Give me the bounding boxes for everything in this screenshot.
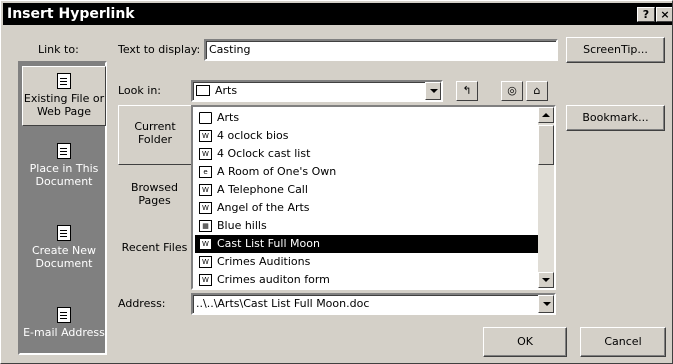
browse-tabs: Current Folder Browsed Pages Recent File… xyxy=(118,105,191,290)
tab-current-folder[interactable]: Current Folder xyxy=(118,105,191,165)
text-to-display-input[interactable]: Casting xyxy=(204,39,558,61)
word-doc-icon: W xyxy=(199,202,212,214)
list-item[interactable]: W Crimes auditon form xyxy=(195,271,538,288)
word-doc-icon: W xyxy=(199,130,212,142)
sidebar-item-email-address[interactable]: E-mail Address xyxy=(22,303,106,353)
text-to-display-label: Text to display: xyxy=(118,43,201,56)
look-in-dropdown[interactable]: Arts xyxy=(191,80,443,102)
help-button[interactable]: ? xyxy=(637,7,655,22)
place-in-document-icon xyxy=(57,143,71,159)
look-in-value: Arts xyxy=(215,84,238,97)
word-doc-icon: W xyxy=(199,238,212,250)
tab-browsed-pages[interactable]: Browsed Pages xyxy=(118,181,191,221)
scroll-thumb[interactable] xyxy=(538,125,554,165)
list-item[interactable]: W4 Oclock cast list xyxy=(195,145,538,163)
link-to-sidebar: Existing File or Web Page Place in This … xyxy=(18,61,107,355)
list-item[interactable]: W Angel of the Arts xyxy=(195,199,538,217)
close-button[interactable]: × xyxy=(656,7,672,22)
ok-button[interactable]: OK xyxy=(483,327,567,357)
browse-web-icon: ◎ xyxy=(507,84,517,97)
sidebar-item-label: Create New Document xyxy=(31,244,97,270)
open-folder-icon: ⌂ xyxy=(533,84,541,97)
existing-file-icon xyxy=(57,73,71,89)
chevron-down-icon[interactable] xyxy=(425,82,441,100)
insert-hyperlink-dialog: Insert Hyperlink ? × Link to: Text to di… xyxy=(0,0,673,364)
sidebar-item-label: Place in This Document xyxy=(29,162,99,188)
word-doc-icon: W xyxy=(199,256,212,268)
scroll-down-icon[interactable] xyxy=(538,272,554,288)
list-item[interactable]: Arts xyxy=(195,109,538,127)
cancel-button[interactable]: Cancel xyxy=(580,327,666,357)
up-folder-icon: ↰ xyxy=(462,84,472,97)
sidebar-item-existing-file[interactable]: Existing File or Web Page xyxy=(22,66,106,126)
sidebar-item-label: E-mail Address xyxy=(23,326,105,339)
address-label: Address: xyxy=(118,297,166,310)
screentip-button[interactable]: ScreenTip... xyxy=(566,37,665,63)
sidebar-item-place-in-document[interactable]: Place in This Document xyxy=(22,139,106,189)
address-input[interactable]: ..\..\Arts\Cast List Full Moon.doc xyxy=(191,293,556,315)
title-bar: Insert Hyperlink ? × xyxy=(3,3,672,25)
bookmark-button[interactable]: Bookmark... xyxy=(566,105,665,131)
scroll-up-icon[interactable] xyxy=(538,107,554,123)
sidebar-item-label: Existing File or Web Page xyxy=(23,92,105,118)
sidebar-item-create-new-document[interactable]: Create New Document xyxy=(22,221,106,271)
list-item[interactable]: W Crimes Auditions xyxy=(195,253,538,271)
browse-web-button[interactable]: ◎ xyxy=(501,81,523,101)
word-doc-icon: W xyxy=(199,184,212,196)
create-new-document-icon xyxy=(57,225,71,241)
chevron-down-icon[interactable] xyxy=(538,295,554,313)
link-to-label: Link to: xyxy=(38,43,79,56)
email-address-icon xyxy=(57,307,71,323)
list-item[interactable]: ▦ Blue hills xyxy=(195,217,538,235)
image-icon: ▦ xyxy=(199,220,212,232)
look-in-label: Look in: xyxy=(118,84,161,97)
list-item[interactable]: W4 oclock bios xyxy=(195,127,538,145)
up-folder-button[interactable]: ↰ xyxy=(456,81,478,101)
file-list-scrollbar[interactable] xyxy=(538,107,554,288)
address-value: ..\..\Arts\Cast List Full Moon.doc xyxy=(196,297,370,310)
word-doc-icon: W xyxy=(199,148,212,160)
folder-icon xyxy=(199,112,212,124)
dialog-title: Insert Hyperlink xyxy=(7,6,135,22)
browse-file-button[interactable]: ⌂ xyxy=(526,81,548,101)
word-doc-icon: W xyxy=(199,274,212,286)
list-item[interactable]: eA Room of One's Own xyxy=(195,163,538,181)
list-item-selected[interactable]: W Cast List Full Moon xyxy=(195,235,538,253)
folder-icon xyxy=(196,85,210,96)
tab-recent-files[interactable]: Recent Files xyxy=(118,241,191,281)
list-item[interactable]: WA Telephone Call xyxy=(195,181,538,199)
web-page-icon: e xyxy=(199,166,212,178)
file-list: Arts W4 oclock bios W4 Oclock cast list … xyxy=(191,105,556,290)
